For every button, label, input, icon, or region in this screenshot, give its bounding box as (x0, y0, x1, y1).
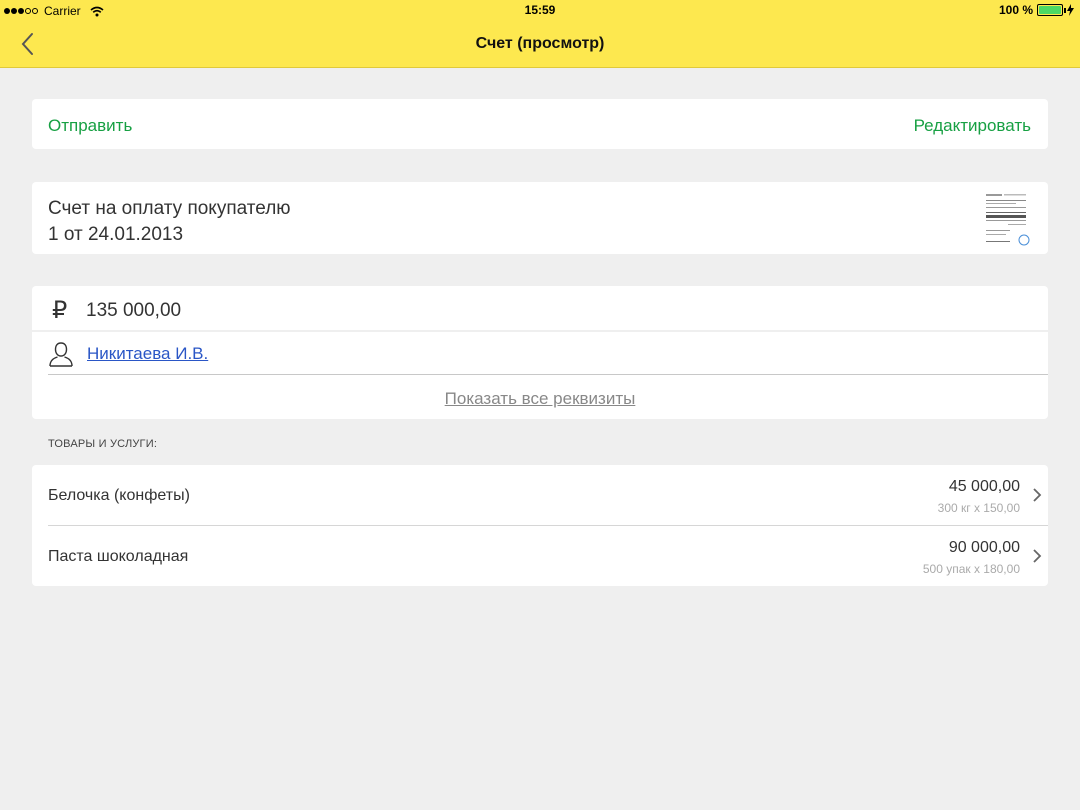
details-card: ₽ 135 000,00 Никитаева И.В. Показать все… (32, 286, 1048, 419)
item-name: Белочка (конфеты) (48, 487, 190, 504)
show-all-details-link[interactable]: Показать все реквизиты (32, 389, 1048, 409)
divider (32, 330, 1048, 332)
item-name: Паста шоколадная (48, 548, 189, 565)
goods-list: Белочка (конфеты) 45 000,00 300 кг х 150… (32, 465, 1048, 586)
item-sum: 90 000,00 (948, 539, 1020, 556)
item-sum: 45 000,00 (948, 478, 1020, 495)
list-item[interactable]: Паста шоколадная 90 000,00 500 упак х 18… (32, 526, 1048, 586)
page-title: Счет (просмотр) (475, 35, 605, 52)
status-time: 15:59 (524, 3, 556, 17)
status-bar: Carrier 15:59 100 % (0, 0, 1080, 22)
total-amount: 135 000,00 (86, 300, 182, 321)
battery-percent: 100 % (998, 3, 1033, 17)
ruble-icon: ₽ (52, 297, 68, 324)
divider (48, 374, 1048, 375)
chevron-right-icon (1033, 488, 1042, 502)
edit-button[interactable]: Редактировать (914, 116, 1031, 136)
navigation-bar: Carrier 15:59 100 % Счет (просмотр) (0, 0, 1080, 68)
document-title-line1: Счет на оплату покупателю (48, 198, 291, 219)
battery-icon (1037, 4, 1066, 16)
counterparty-link[interactable]: Никитаева И.В. (87, 344, 208, 364)
item-quantity-price: 300 кг х 150,00 (937, 501, 1020, 515)
document-title: Счет на оплату покупателю 1 от 24.01.201… (48, 196, 291, 248)
person-icon (49, 342, 73, 367)
item-quantity-price: 500 упак х 180,00 (922, 562, 1020, 576)
status-right: 100 % (999, 3, 1074, 17)
document-thumbnail[interactable] (980, 188, 1032, 248)
goods-section-label: ТОВАРЫ И УСЛУГИ: (48, 438, 158, 450)
document-card: Счет на оплату покупателю 1 от 24.01.201… (32, 182, 1048, 254)
chevron-right-icon (1033, 549, 1042, 563)
send-button[interactable]: Отправить (48, 116, 132, 136)
list-item[interactable]: Белочка (конфеты) 45 000,00 300 кг х 150… (32, 465, 1048, 526)
document-title-line2: 1 от 24.01.2013 (48, 224, 184, 245)
charging-icon (1067, 4, 1074, 16)
actions-card: Отправить Редактировать (32, 99, 1048, 149)
